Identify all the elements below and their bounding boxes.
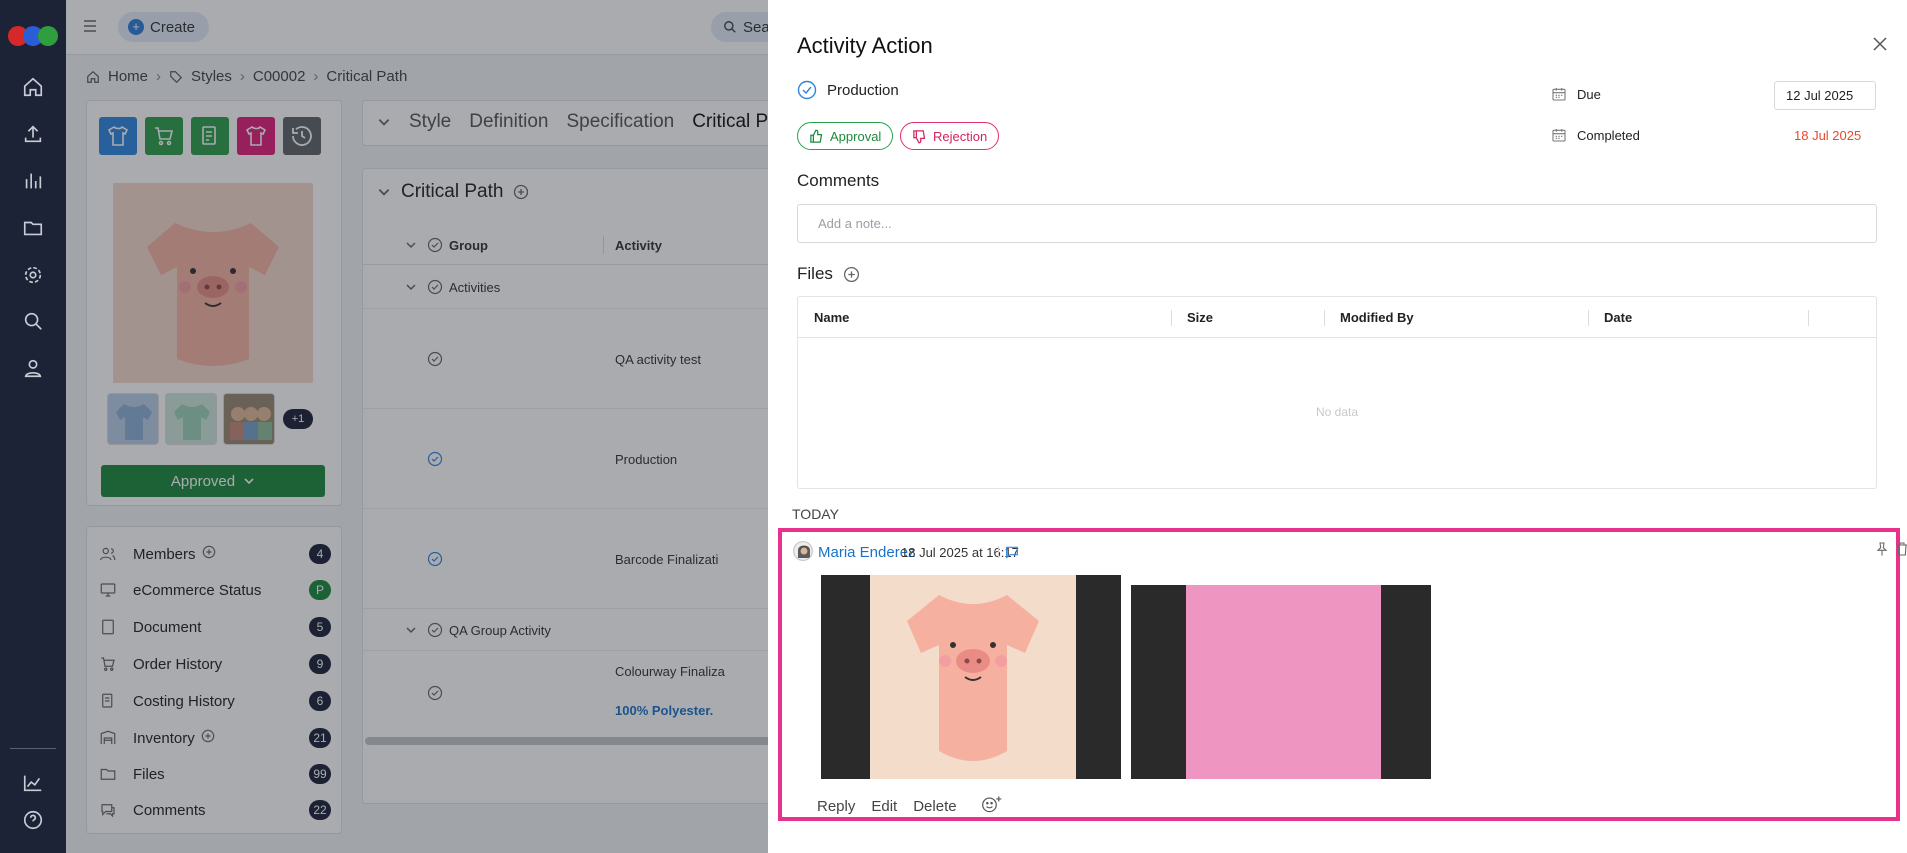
due-date-input[interactable]: 12 Jul 2025 (1774, 81, 1876, 110)
drawer-title: Activity Action (797, 33, 933, 58)
reply-button[interactable]: Reply (817, 798, 855, 815)
calendar-icon (1552, 129, 1566, 142)
column-size[interactable]: Size (1187, 310, 1213, 325)
settings-icon[interactable] (18, 260, 48, 290)
files-table: Name Size Modified By Date No data (797, 296, 1877, 489)
thumbs-up-icon (810, 129, 823, 143)
column-modified-by[interactable]: Modified By (1340, 310, 1414, 325)
chat-icon[interactable] (1004, 544, 1020, 563)
folder-icon[interactable] (18, 213, 48, 243)
comment-card: Maria Enderez 18 Jul 2025 at 16:17 Reply… (778, 528, 1907, 821)
add-reaction-icon[interactable] (981, 794, 1003, 818)
pin-icon[interactable] (1874, 540, 1890, 561)
app-logo[interactable] (8, 26, 58, 46)
avatar (793, 541, 813, 561)
table-header: Name Size Modified By Date (798, 297, 1876, 338)
files-label: Files (797, 264, 833, 283)
due-row: Due (1551, 86, 1601, 102)
completed-row: Completed (1551, 127, 1640, 143)
empty-state: No data (1315, 405, 1359, 419)
attachment-image-fabric[interactable] (1131, 585, 1431, 779)
approval-button[interactable]: Approval (797, 122, 894, 150)
analytics-icon[interactable] (18, 166, 48, 196)
close-icon[interactable] (1872, 36, 1888, 55)
help-icon[interactable] (18, 805, 48, 835)
day-divider: TODAY (792, 506, 839, 522)
files-heading: Files (797, 264, 860, 284)
note-input[interactable]: Add a note... (797, 204, 1877, 243)
comments-label: Comments (797, 171, 880, 190)
check-circle-icon[interactable] (797, 80, 817, 100)
activity-action-drawer: Activity Action Production Approval Reje… (768, 0, 1907, 853)
trash-icon[interactable] (1894, 540, 1907, 561)
rejection-button[interactable]: Rejection (900, 122, 1000, 150)
rejection-label: Rejection (933, 128, 988, 144)
completed-label: Completed (1577, 127, 1640, 143)
comment-timestamp: 18 Jul 2025 at 16:17 (901, 545, 1019, 560)
column-name[interactable]: Name (814, 310, 849, 325)
delete-button[interactable]: Delete (913, 798, 956, 815)
approval-label: Approval (830, 128, 882, 144)
report-icon[interactable] (18, 768, 48, 798)
column-date[interactable]: Date (1604, 310, 1632, 325)
home-icon[interactable] (18, 72, 48, 102)
comments-heading: Comments (797, 171, 879, 191)
left-nav (0, 0, 66, 853)
thumbs-down-icon (913, 129, 926, 143)
add-circle-icon[interactable] (843, 266, 860, 283)
activity-header: Production (797, 80, 899, 100)
search-icon[interactable] (18, 306, 48, 336)
comment-actions: Reply Edit Delete (817, 794, 1003, 818)
upload-icon[interactable] (18, 119, 48, 149)
divider (998, 546, 999, 558)
activity-name: Production (827, 81, 899, 99)
due-label: Due (1577, 86, 1601, 102)
edit-button[interactable]: Edit (871, 798, 897, 815)
user-icon[interactable] (18, 353, 48, 383)
nav-divider (10, 748, 56, 749)
attachment-image-onesie[interactable] (821, 575, 1121, 779)
completed-date: 18 Jul 2025 (1794, 128, 1862, 143)
calendar-icon (1552, 88, 1566, 101)
